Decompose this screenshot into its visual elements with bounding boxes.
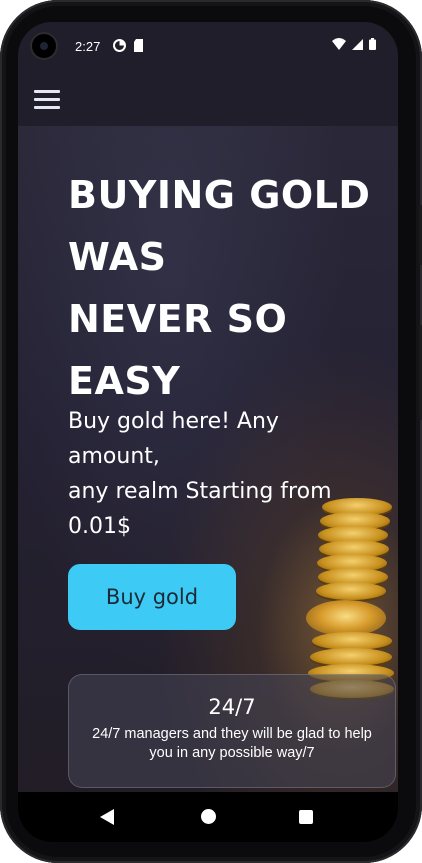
hero-subtitle-line: amount, [68, 444, 160, 469]
recents-icon[interactable] [299, 810, 313, 824]
hero-title-line: WAS [68, 235, 167, 279]
feature-card-title: 24/7 [208, 695, 256, 719]
navigation-bar [18, 792, 398, 842]
hero-subtitle-line: 0.01$ [68, 514, 131, 539]
home-icon[interactable] [201, 809, 216, 824]
battery-icon [369, 38, 376, 53]
hero-section: BUYING GOLD WAS NEVER SO EASY Buy gold h… [18, 126, 398, 792]
sim-card-icon [133, 39, 144, 55]
hamburger-menu-icon[interactable] [34, 90, 60, 110]
buy-gold-button[interactable]: Buy gold [68, 564, 236, 630]
front-camera [32, 34, 56, 58]
data-saver-icon [113, 39, 126, 55]
back-icon[interactable] [100, 809, 114, 825]
hero-title-line: BUYING GOLD [68, 173, 371, 217]
hero-subtitle-line: Buy gold here! Any [68, 409, 279, 434]
status-time: 2:27 [75, 39, 101, 54]
hero-title: BUYING GOLD WAS NEVER SO EASY [68, 164, 388, 412]
signal-icon [352, 38, 363, 53]
wifi-icon [332, 38, 346, 53]
app-bar [18, 72, 398, 126]
hero-subtitle: Buy gold here! Any amount, any realm Sta… [68, 404, 368, 544]
feature-card-text: 24/7 managers and they will be glad to h… [92, 726, 372, 761]
hero-subtitle-line: any realm Starting from [68, 479, 332, 504]
device-frame: 2:27 BUYING GOLD WAS NEVER SO EASY Buy g… [0, 0, 422, 863]
status-bar: 2:27 [18, 22, 398, 72]
hero-title-line: NEVER SO [68, 297, 288, 341]
feature-card: 24/7 24/7 managers and they will be glad… [68, 674, 396, 788]
hero-title-line: EASY [68, 359, 181, 403]
screen: 2:27 BUYING GOLD WAS NEVER SO EASY Buy g… [18, 22, 398, 842]
